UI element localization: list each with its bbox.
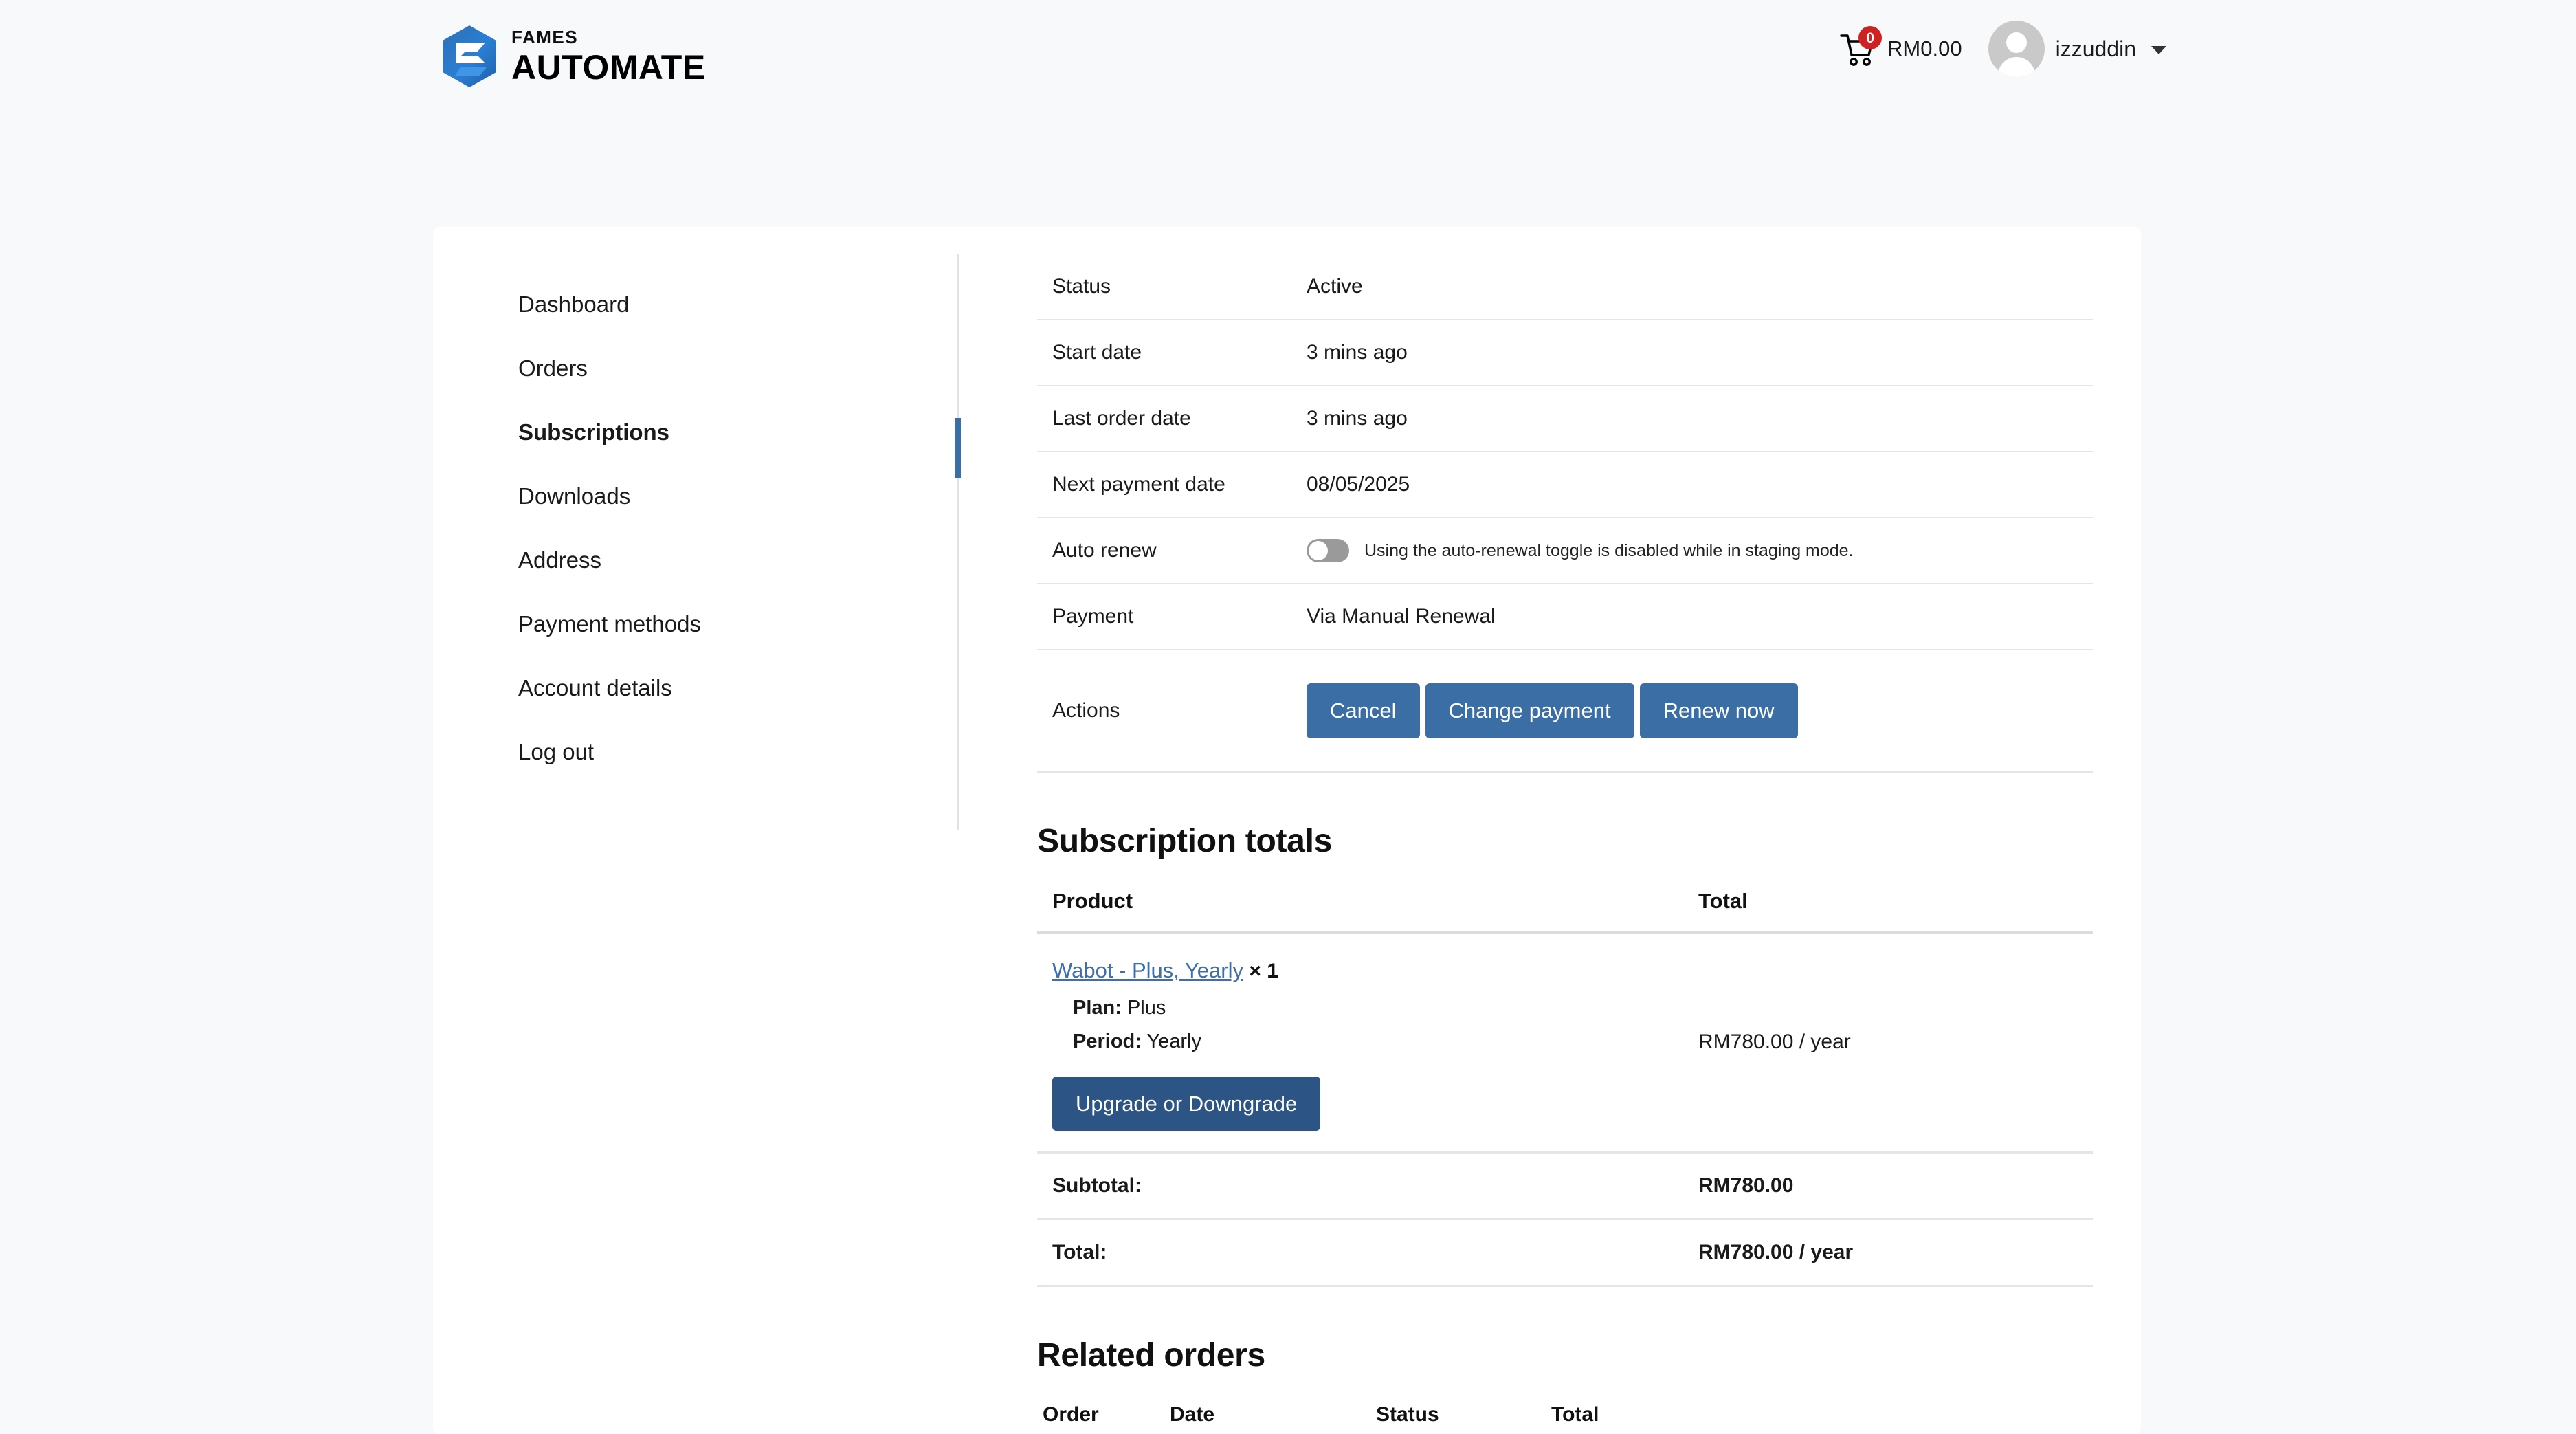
upgrade-or-downgrade-button[interactable]: Upgrade or Downgrade xyxy=(1052,1076,1321,1132)
brand-bottom-word: AUTOMATE xyxy=(511,48,706,87)
column-header-order: Order xyxy=(1037,1403,1164,1434)
cart-link[interactable]: 0 RM0.00 xyxy=(1838,26,1962,69)
header-right-cluster: 0 RM0.00 izzuddin xyxy=(1838,21,2166,77)
table-row-line-item: Wabot - Plus, Yearly × 1 Plan: Plus Peri… xyxy=(1037,932,2093,1154)
status-value: Active xyxy=(1291,254,2093,320)
column-header-status: Status xyxy=(1370,1403,1546,1434)
related-orders-wrap: Order Date Status Total xyxy=(1037,1403,2093,1434)
brand-wordmark: FAMES AUTOMATE xyxy=(511,28,706,85)
chevron-down-icon[interactable] xyxy=(2151,46,2166,54)
sidebar-item-address[interactable]: Address xyxy=(518,549,959,613)
user-avatar-icon xyxy=(1988,21,2045,77)
meta-label: Plan: xyxy=(1073,996,1122,1019)
site-header: FAMES AUTOMATE 0 RM0.00 izzuddin xyxy=(0,0,2576,117)
sidebar-divider xyxy=(957,254,959,830)
subtotal-value: RM780.00 xyxy=(1683,1152,2093,1221)
total-value: RM780.00 / year xyxy=(1683,1219,2093,1288)
table-row-actions: Actions Cancel Change payment Renew now xyxy=(1037,650,2093,773)
subscription-details-table: Status Active Start date 3 mins ago Last… xyxy=(1037,254,2093,773)
row-label: Actions xyxy=(1037,650,1291,773)
account-page-card: Dashboard Orders Subscriptions Downloads… xyxy=(433,227,2141,1434)
row-label: Auto renew xyxy=(1037,518,1291,584)
sidebar-item-label: Subscriptions xyxy=(518,419,670,445)
subscription-totals-table: Product Total Wabot - Plus, Yearly × 1 P… xyxy=(1037,888,2093,1288)
column-header-date: Date xyxy=(1164,1403,1370,1434)
row-label: Status xyxy=(1037,254,1291,320)
start-date-value: 3 mins ago xyxy=(1291,320,2093,386)
table-row-total: Total: RM780.00 / year xyxy=(1037,1219,2093,1288)
auto-renew-note: Using the auto-renewal toggle is disable… xyxy=(1364,540,1854,560)
table-row-auto-renew: Auto renew Using the auto-renewal toggle… xyxy=(1037,518,2093,584)
site-logo[interactable]: FAMES AUTOMATE xyxy=(440,25,706,88)
line-item-product-cell: Wabot - Plus, Yearly × 1 Plan: Plus Peri… xyxy=(1037,932,1683,1154)
row-label: Start date xyxy=(1037,320,1291,386)
fames-hexagon-logo-icon xyxy=(440,25,499,88)
table-row-payment: Payment Via Manual Renewal xyxy=(1037,584,2093,650)
meta-value: Yearly xyxy=(1146,1030,1201,1052)
last-order-date-value: 3 mins ago xyxy=(1291,386,2093,452)
total-label: Total: xyxy=(1037,1219,1683,1288)
change-payment-button[interactable]: Change payment xyxy=(1425,683,1634,738)
sidebar-item-log-out[interactable]: Log out xyxy=(518,740,959,763)
subtotal-label: Subtotal: xyxy=(1037,1152,1683,1221)
related-orders-heading: Related orders xyxy=(1037,1337,1265,1374)
user-menu[interactable]: izzuddin xyxy=(1988,21,2166,77)
auto-renew-toggle[interactable] xyxy=(1307,539,1349,562)
sidebar-active-indicator xyxy=(955,418,961,478)
totals-header-row: Product Total xyxy=(1037,888,2093,934)
column-header-product: Product xyxy=(1037,888,1683,934)
sidebar-item-payment-methods[interactable]: Payment methods xyxy=(518,613,959,676)
sidebar-item-label: Log out xyxy=(518,739,595,764)
user-name: izzuddin xyxy=(2055,36,2136,61)
sidebar-item-dashboard[interactable]: Dashboard xyxy=(518,293,959,357)
product-quantity: × 1 xyxy=(1249,959,1278,982)
table-row-subtotal: Subtotal: RM780.00 xyxy=(1037,1152,2093,1221)
shopping-cart-icon[interactable]: 0 xyxy=(1838,26,1883,69)
sidebar-item-label: Payment methods xyxy=(518,611,701,637)
sidebar-item-label: Dashboard xyxy=(518,291,630,317)
sidebar-item-account-details[interactable]: Account details xyxy=(518,676,959,740)
related-orders-header-row: Order Date Status Total xyxy=(1037,1403,2093,1434)
cart-count-badge: 0 xyxy=(1858,26,1883,49)
sidebar-item-label: Account details xyxy=(518,675,672,701)
cart-amount: RM0.00 xyxy=(1887,36,1962,60)
table-row-status: Status Active xyxy=(1037,254,2093,320)
payment-value: Via Manual Renewal xyxy=(1291,584,2093,650)
row-label: Payment xyxy=(1037,584,1291,650)
row-label: Next payment date xyxy=(1037,452,1291,518)
subscription-detail-content: Status Active Start date 3 mins ago Last… xyxy=(959,254,2141,1434)
row-label: Last order date xyxy=(1037,386,1291,452)
product-link[interactable]: Wabot - Plus, Yearly xyxy=(1052,958,1243,982)
meta-label: Period: xyxy=(1073,1030,1142,1052)
table-row-last-order-date: Last order date 3 mins ago xyxy=(1037,386,2093,452)
account-sidebar: Dashboard Orders Subscriptions Downloads… xyxy=(433,254,961,1434)
line-item-price: RM780.00 / year xyxy=(1683,932,2093,1154)
next-payment-date-value: 08/05/2025 xyxy=(1291,452,2093,518)
sidebar-item-orders[interactable]: Orders xyxy=(518,357,959,421)
cancel-button[interactable]: Cancel xyxy=(1307,683,1420,738)
column-header-total: Total xyxy=(1683,888,2093,934)
related-orders-table: Order Date Status Total xyxy=(1037,1403,2093,1434)
auto-renew-cell: Using the auto-renewal toggle is disable… xyxy=(1291,518,2093,584)
subscription-totals-heading: Subscription totals xyxy=(1037,822,1332,859)
table-row-next-payment-date: Next payment date 08/05/2025 xyxy=(1037,452,2093,518)
sidebar-item-label: Address xyxy=(518,547,602,573)
upgrade-button-wrap: Upgrade or Downgrade xyxy=(1052,1076,1683,1132)
sidebar-item-label: Downloads xyxy=(518,483,631,509)
meta-value: Plus xyxy=(1126,996,1166,1019)
actions-cell: Cancel Change payment Renew now xyxy=(1291,650,2093,773)
line-item-meta-period: Period: Yearly xyxy=(1052,1030,1683,1053)
column-header-total: Total xyxy=(1546,1403,2093,1434)
brand-top-word: FAMES xyxy=(511,27,579,47)
sidebar-item-subscriptions[interactable]: Subscriptions xyxy=(518,421,959,485)
sidebar-item-label: Orders xyxy=(518,355,588,381)
line-item-meta-plan: Plan: Plus xyxy=(1052,997,1683,1019)
table-row-start-date: Start date 3 mins ago xyxy=(1037,320,2093,386)
line-item-meta-list: Plan: Plus Period: Yearly xyxy=(1052,997,1683,1053)
toggle-knob xyxy=(1309,541,1328,560)
sidebar-item-downloads[interactable]: Downloads xyxy=(518,485,959,549)
renew-now-button[interactable]: Renew now xyxy=(1639,683,1798,738)
